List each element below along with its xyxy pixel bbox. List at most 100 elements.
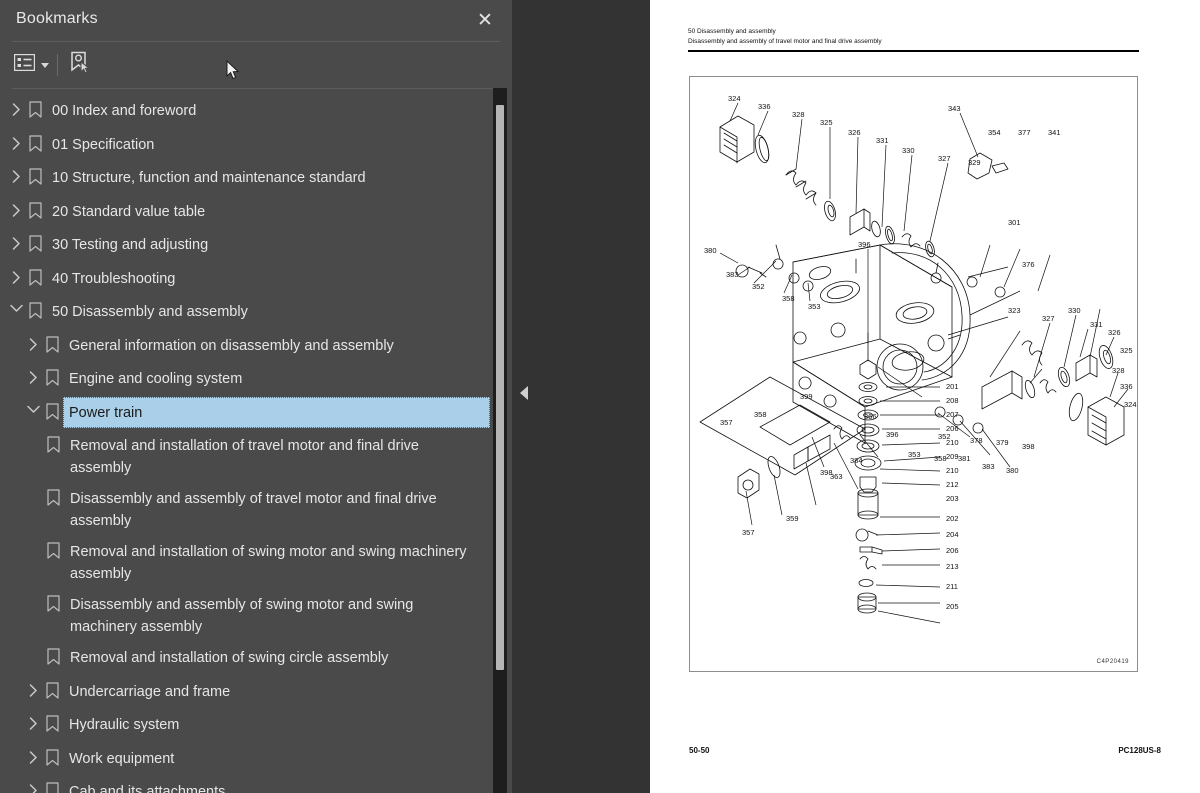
- chevron-right-icon[interactable]: [25, 337, 41, 351]
- bookmark-item[interactable]: Removal and installation of travel motor…: [0, 430, 490, 483]
- chevron-right-icon[interactable]: [8, 237, 24, 250]
- svg-text:353: 353: [908, 450, 921, 459]
- svg-text:328: 328: [792, 110, 805, 119]
- list-options-icon: [13, 53, 36, 76]
- bookmark-list-options-button[interactable]: [13, 53, 49, 77]
- bookmarks-scrollbar-track[interactable]: [493, 88, 507, 793]
- bookmark-item[interactable]: Cab and its attachments: [0, 776, 490, 793]
- svg-text:357: 357: [742, 528, 755, 537]
- svg-text:336: 336: [1120, 382, 1133, 391]
- page-title: Bookmarks: [16, 10, 98, 27]
- svg-text:381: 381: [958, 454, 971, 463]
- svg-text:384: 384: [850, 456, 863, 465]
- svg-text:358: 358: [782, 294, 795, 303]
- bookmark-item-label: 40 Troubleshooting: [52, 270, 176, 287]
- svg-text:380: 380: [1006, 466, 1019, 475]
- svg-text:354: 354: [988, 128, 1001, 137]
- bookmark-icon: [24, 101, 46, 118]
- bookmark-icon: [24, 134, 46, 152]
- svg-text:327: 327: [938, 154, 951, 163]
- bookmark-item[interactable]: 10 Structure, function and maintenance s…: [0, 162, 490, 196]
- bookmark-item-label: Removal and installation of swing motor …: [70, 544, 467, 582]
- bookmark-item[interactable]: 30 Testing and adjusting: [0, 229, 490, 263]
- svg-text:357: 357: [720, 418, 733, 427]
- bookmark-item[interactable]: Work equipment: [0, 743, 490, 777]
- bookmark-icon: [24, 168, 46, 185]
- chevron-right-icon[interactable]: [25, 750, 41, 764]
- page-footer-left: 50-50: [689, 746, 710, 755]
- chevron-right-icon[interactable]: [8, 170, 24, 183]
- bookmark-icon: [41, 335, 63, 353]
- page-header-rule: [688, 50, 1139, 52]
- svg-text:376: 376: [1022, 260, 1035, 269]
- toolbar-divider-bottom: [12, 88, 500, 89]
- svg-text:352: 352: [938, 432, 951, 441]
- bookmark-item[interactable]: 00 Index and foreword: [0, 95, 490, 129]
- page-footer-right: PC128US-8: [1118, 746, 1161, 755]
- bookmark-icon: [42, 489, 64, 506]
- bookmark-cursor-icon: [68, 51, 92, 80]
- chevron-right-icon[interactable]: [25, 717, 41, 730]
- svg-text:396: 396: [858, 240, 871, 249]
- collapse-panel-handle[interactable]: [519, 385, 531, 401]
- svg-text:325: 325: [820, 118, 833, 127]
- svg-text:331: 331: [1090, 320, 1103, 329]
- bookmark-item[interactable]: General information on disassembly and a…: [0, 330, 490, 364]
- chevron-right-icon[interactable]: [25, 371, 41, 384]
- chevron-down-icon[interactable]: [8, 304, 24, 313]
- bookmark-icon: [41, 715, 63, 732]
- bookmark-icon: [24, 235, 46, 252]
- chevron-right-icon[interactable]: [8, 270, 24, 284]
- bookmark-item[interactable]: Disassembly and assembly of travel motor…: [0, 483, 490, 536]
- svg-text:383: 383: [726, 270, 739, 279]
- new-bookmark-button[interactable]: [68, 51, 92, 80]
- chevron-down-icon[interactable]: [25, 405, 41, 414]
- chevron-right-icon[interactable]: [8, 203, 24, 217]
- svg-text:201: 201: [946, 382, 959, 391]
- drawing-code: C4P20419: [1096, 659, 1129, 665]
- bookmark-item-label: Engine and cooling system: [69, 371, 243, 387]
- bookmark-icon: [42, 595, 64, 612]
- bookmark-icon: [41, 782, 63, 793]
- bookmark-item[interactable]: Undercarriage and frame: [0, 676, 490, 710]
- bookmark-item-label: Removal and installation of swing circle…: [70, 650, 389, 666]
- svg-text:209: 209: [946, 452, 959, 461]
- page-header-line1: 50 Disassembly and assembly: [688, 28, 776, 35]
- bookmark-item-label: Cab and its attachments: [69, 784, 226, 793]
- bookmark-item-label: Power train: [63, 396, 490, 428]
- bookmark-item[interactable]: 20 Standard value table: [0, 196, 490, 230]
- toolbar-divider: [57, 54, 58, 76]
- bookmark-item[interactable]: 01 Specification: [0, 129, 490, 163]
- close-icon[interactable]: ✕: [472, 8, 498, 34]
- svg-text:325: 325: [1120, 346, 1133, 355]
- svg-text:341: 341: [1048, 128, 1061, 137]
- page-header-line2: Disassembly and assembly of travel motor…: [688, 37, 882, 45]
- bookmark-item[interactable]: Hydraulic system: [0, 709, 490, 743]
- svg-text:379: 379: [996, 438, 1009, 447]
- bookmark-item[interactable]: Removal and installation of swing circle…: [0, 642, 490, 676]
- chevron-right-icon[interactable]: [25, 683, 41, 697]
- bookmark-item[interactable]: 40 Troubleshooting: [0, 263, 490, 297]
- chevron-right-icon[interactable]: [8, 103, 24, 116]
- bookmark-item[interactable]: Removal and installation of swing motor …: [0, 536, 490, 589]
- svg-text:204: 204: [946, 530, 959, 539]
- bookmark-item-label: Disassembly and assembly of swing motor …: [70, 597, 414, 635]
- svg-text:208: 208: [946, 396, 959, 405]
- pdf-reader-window: Bookmarks ✕ 00 Index and foreword 01 Spe…: [0, 0, 1200, 793]
- bookmark-item[interactable]: Disassembly and assembly of swing motor …: [0, 589, 490, 642]
- bookmarks-tree[interactable]: 00 Index and foreword 01 Specification 10 …: [0, 95, 490, 793]
- bookmark-item-label: Undercarriage and frame: [69, 683, 231, 700]
- svg-text:205: 205: [946, 602, 959, 611]
- bookmark-item[interactable]: Engine and cooling system: [0, 363, 490, 397]
- bookmark-item[interactable]: Power train: [0, 396, 490, 431]
- document-page: 50 Disassembly and assembly Disassembly …: [650, 0, 1200, 793]
- svg-text:359: 359: [786, 514, 799, 523]
- chevron-right-icon[interactable]: [8, 136, 24, 150]
- svg-text:212: 212: [946, 480, 959, 489]
- svg-text:331: 331: [876, 136, 889, 145]
- bookmark-item[interactable]: 50 Disassembly and assembly: [0, 296, 490, 330]
- svg-text:366: 366: [864, 412, 877, 421]
- chevron-right-icon[interactable]: [25, 784, 41, 793]
- bookmarks-scrollbar-thumb[interactable]: [496, 105, 504, 670]
- svg-text:343: 343: [948, 104, 961, 113]
